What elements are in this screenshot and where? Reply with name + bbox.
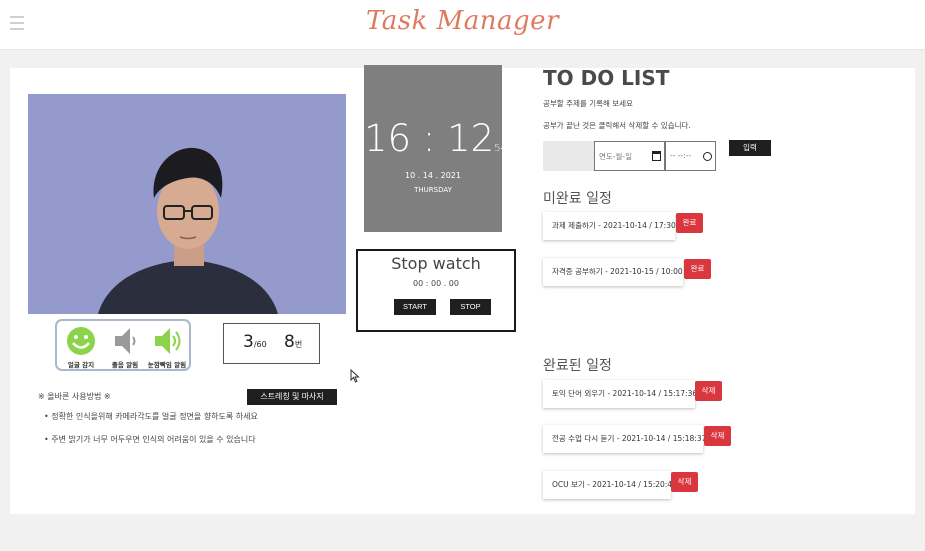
done-task-item[interactable]: OCU 보기 - 2021-10-14 / 15:20:42 [543, 471, 677, 499]
speaker-active-icon [155, 328, 181, 354]
smiley-face-icon [67, 327, 95, 355]
clock-time: 16 : 1254 [364, 117, 507, 160]
done-task-item[interactable]: 전공 수업 다시 듣기 - 2021-10-14 / 15:18:37 [543, 425, 706, 453]
pending-heading: 미완료 일정 [543, 191, 612, 207]
done-task-item[interactable]: 토익 단어 외우기 - 2021-10-14 / 15:17:36 [543, 380, 697, 408]
complete-button[interactable]: 완료 [684, 259, 711, 279]
task-input[interactable] [543, 141, 594, 171]
delete-button[interactable]: 삭제 [704, 426, 731, 446]
drowsiness-alert-status: 졸음 알림 [105, 325, 145, 369]
date-placeholder: 연도-월-일 [599, 152, 633, 161]
todo-subtitle: 공부할 주제를 기록해 보세요 [543, 99, 633, 108]
digital-clock: 16 : 1254 10 . 14 . 2021 THURSDAY [364, 65, 507, 232]
face-detection-status: 얼굴 감지 [61, 325, 101, 369]
stopwatch-panel: Stop watch 00 : 00 . 00 START STOP [356, 249, 516, 332]
time-placeholder: -- --:-- [670, 151, 692, 160]
blink-counter: 3/60 8번 [223, 323, 320, 364]
todo-subtitle: 공부가 끝난 것은 클릭해서 삭제할 수 있습니다. [543, 121, 691, 130]
person-image [28, 94, 346, 314]
delete-button[interactable]: 삭제 [695, 381, 722, 401]
counter-value-2: 8번 [284, 332, 303, 352]
clock-date: 10 . 14 . 2021 [405, 171, 461, 180]
done-heading: 완료된 일정 [543, 358, 612, 374]
clock-icon[interactable] [703, 152, 712, 161]
blink-alert-status: 눈깜빡임 알림 [147, 325, 187, 369]
date-input[interactable]: 연도-월-일 [594, 141, 665, 171]
webcam-feed [28, 94, 346, 314]
speaker-muted-icon [115, 328, 136, 354]
mouse-cursor-icon [350, 369, 360, 383]
time-input[interactable]: -- --:-- [665, 141, 716, 171]
detection-status-panel: 얼굴 감지 졸음 알림 눈깜빡임 알림 [55, 319, 191, 371]
stopwatch-title: Stop watch [391, 254, 481, 273]
complete-button[interactable]: 완료 [676, 213, 703, 233]
stretch-massage-button[interactable]: 스트레칭 및 마사지 [247, 389, 337, 405]
pending-task-item[interactable]: 과제 제출하기 - 2021-10-14 / 17:30 [543, 212, 676, 240]
todo-title: TO DO LIST [543, 66, 670, 90]
delete-button[interactable]: 삭제 [671, 472, 698, 492]
usage-instruction: • 정확한 인식을위해 카메라각도를 얼굴 정면을 향하도록 하세요 [44, 412, 258, 421]
app-title: Task Manager [365, 6, 559, 36]
top-bar: Task Manager [0, 0, 925, 50]
usage-title: ※ 올바른 사용방법 ※ [38, 392, 111, 401]
clock-day: THURSDAY [414, 186, 452, 194]
stopwatch-start-button[interactable]: START [394, 299, 436, 315]
usage-instruction: • 주변 밝기가 너무 어두우면 인식의 어려움이 있을 수 있습니다 [44, 435, 256, 444]
counter-value-1: 3/60 [243, 332, 267, 352]
pending-task-item[interactable]: 자격증 공부하기 - 2021-10-15 / 10:00 [543, 258, 683, 286]
clock-seconds: 54 [494, 143, 507, 154]
blink-alert-label: 눈깜빡임 알림 [147, 361, 187, 369]
stopwatch-time: 00 : 00 . 00 [413, 279, 459, 288]
submit-button[interactable]: 입력 [729, 140, 771, 156]
stopwatch-stop-button[interactable]: STOP [450, 299, 491, 315]
calendar-icon[interactable] [652, 151, 661, 161]
